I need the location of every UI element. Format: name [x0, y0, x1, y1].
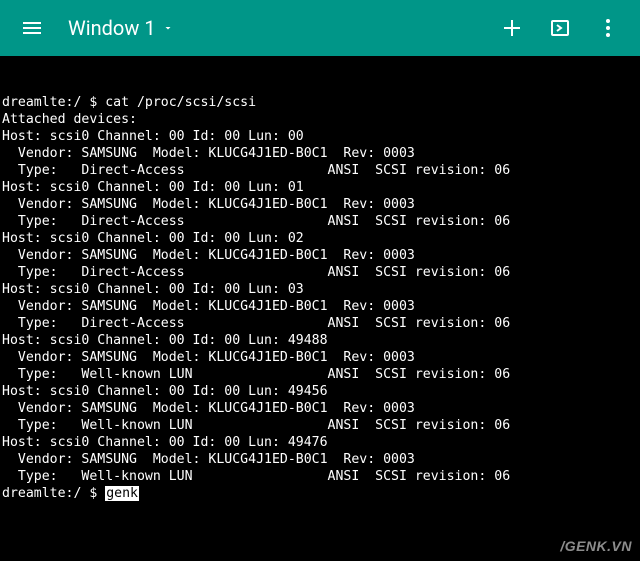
terminal-line: Type: Direct-Access ANSI SCSI revision: …	[2, 162, 638, 179]
watermark: /GENK.VN	[560, 538, 632, 555]
terminal-line: Type: Well-known LUN ANSI SCSI revision:…	[2, 417, 638, 434]
terminal-line: Vendor: SAMSUNG Model: KLUCG4J1ED-B0C1 R…	[2, 451, 638, 468]
window-title: Window 1	[68, 16, 156, 40]
terminal-line: Host: scsi0 Channel: 00 Id: 00 Lun: 03	[2, 281, 638, 298]
terminal-line: Type: Well-known LUN ANSI SCSI revision:…	[2, 468, 638, 485]
plus-icon	[500, 16, 524, 40]
terminal-output[interactable]: dreamlte:/ $ cat /proc/scsi/scsiAttached…	[0, 56, 640, 561]
terminal-line: Host: scsi0 Channel: 00 Id: 00 Lun: 02	[2, 230, 638, 247]
terminal-line: Vendor: SAMSUNG Model: KLUCG4J1ED-B0C1 R…	[2, 298, 638, 315]
terminal-line: Host: scsi0 Channel: 00 Id: 00 Lun: 01	[2, 179, 638, 196]
terminal-line: Type: Direct-Access ANSI SCSI revision: …	[2, 213, 638, 230]
app-bar: Window 1	[0, 0, 640, 56]
more-vert-icon	[596, 16, 620, 40]
terminal-cursor: genk	[105, 486, 139, 501]
terminal-line: Host: scsi0 Channel: 00 Id: 00 Lun: 4945…	[2, 383, 638, 400]
terminal-line: dreamlte:/ $ cat /proc/scsi/scsi	[2, 94, 638, 111]
terminal-line: Attached devices:	[2, 111, 638, 128]
hamburger-menu-button[interactable]	[8, 4, 56, 52]
window-selector[interactable]: Window 1	[56, 16, 488, 40]
terminal-line: Type: Direct-Access ANSI SCSI revision: …	[2, 315, 638, 332]
terminal-line: Type: Direct-Access ANSI SCSI revision: …	[2, 264, 638, 281]
input-icon	[548, 16, 572, 40]
terminal-line: Vendor: SAMSUNG Model: KLUCG4J1ED-B0C1 R…	[2, 349, 638, 366]
terminal-prompt-line[interactable]: dreamlte:/ $ genk	[2, 485, 638, 502]
terminal-line: Vendor: SAMSUNG Model: KLUCG4J1ED-B0C1 R…	[2, 196, 638, 213]
keyboard-toggle-button[interactable]	[536, 4, 584, 52]
chevron-down-icon	[162, 22, 174, 34]
terminal-line: Host: scsi0 Channel: 00 Id: 00 Lun: 4948…	[2, 332, 638, 349]
terminal-line: Vendor: SAMSUNG Model: KLUCG4J1ED-B0C1 R…	[2, 145, 638, 162]
terminal-line: Host: scsi0 Channel: 00 Id: 00 Lun: 4947…	[2, 434, 638, 451]
terminal-line: Type: Well-known LUN ANSI SCSI revision:…	[2, 366, 638, 383]
terminal-line: Vendor: SAMSUNG Model: KLUCG4J1ED-B0C1 R…	[2, 247, 638, 264]
overflow-menu-button[interactable]	[584, 4, 632, 52]
terminal-line: Vendor: SAMSUNG Model: KLUCG4J1ED-B0C1 R…	[2, 400, 638, 417]
terminal-line: Host: scsi0 Channel: 00 Id: 00 Lun: 00	[2, 128, 638, 145]
hamburger-icon	[20, 16, 44, 40]
new-session-button[interactable]	[488, 4, 536, 52]
